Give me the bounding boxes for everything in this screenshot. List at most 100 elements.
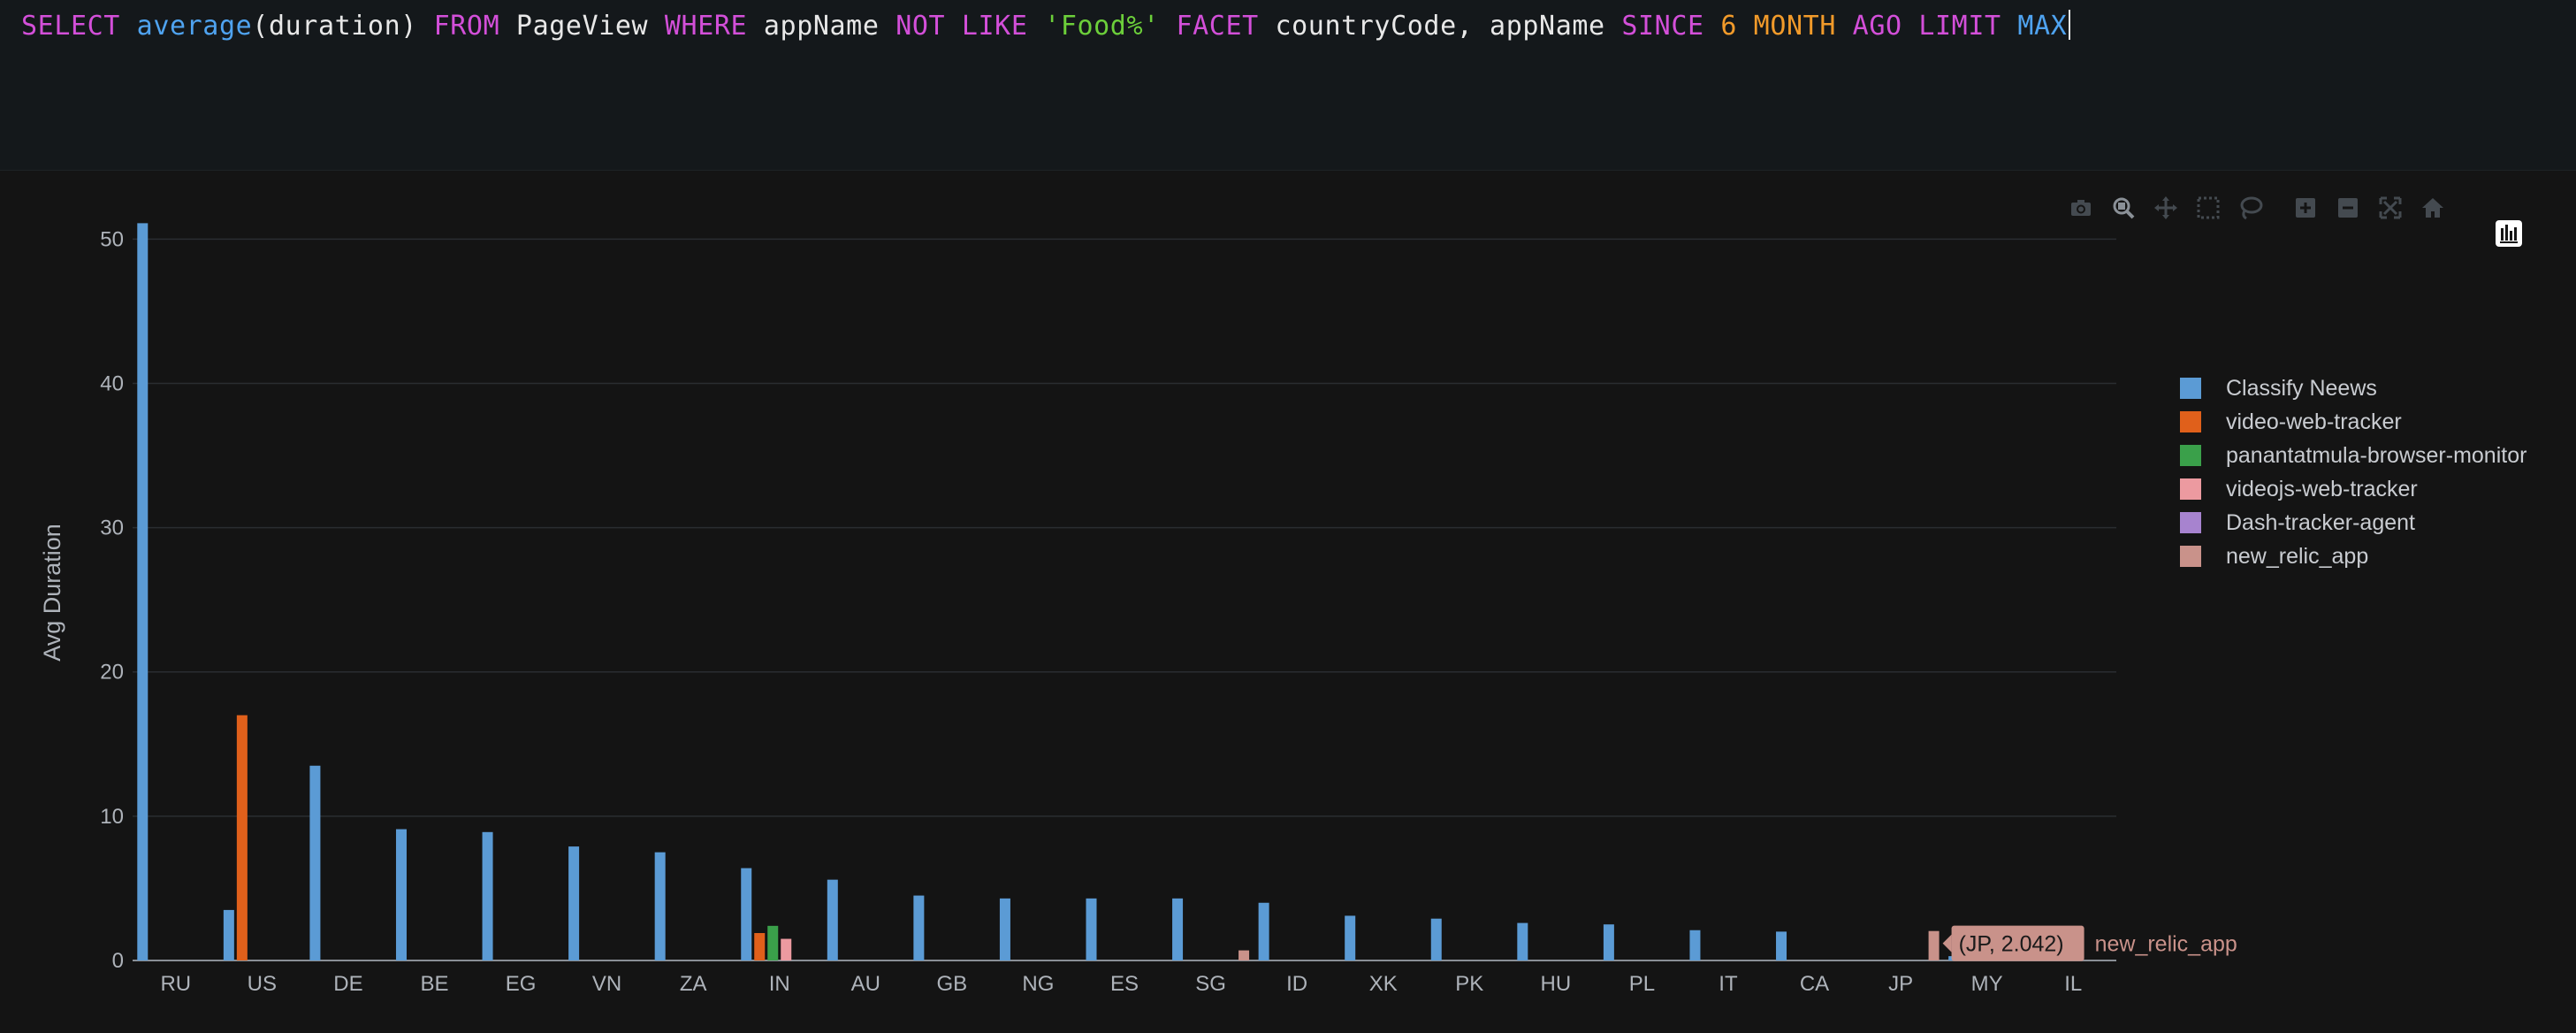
x-tick-label: HU (1540, 972, 1571, 996)
query-token (747, 11, 764, 42)
x-tick-label: SG (1195, 972, 1226, 996)
bar (223, 909, 234, 960)
y-tick-label: 50 (100, 227, 124, 251)
query-token: SELECT (21, 11, 120, 42)
query-token (1902, 11, 1919, 42)
bar (1172, 898, 1184, 960)
bar (767, 925, 779, 960)
legend-swatch (2180, 478, 2201, 500)
query-token: LIMIT (1918, 11, 2001, 42)
legend-item[interactable]: new_relic_app (2180, 539, 2526, 573)
legend-swatch (2180, 411, 2201, 432)
chart-panel: 0 10 20 30 40 50 Avg Duration RU US DE BE EG VN ZA IN A… (0, 172, 2576, 1033)
x-tick-label: ES (1110, 972, 1139, 996)
legend-label: video-web-tracker (2226, 409, 2402, 434)
x-tick-label: EG (506, 972, 537, 996)
x-tick-label: NG (1022, 972, 1054, 996)
query-token (1704, 11, 1721, 42)
bar (309, 765, 321, 960)
x-tick-label: GB (937, 972, 968, 996)
query-token: MAX (2017, 11, 2068, 42)
query-token (1605, 11, 1622, 42)
y-tick-label: 0 (112, 949, 124, 973)
x-tick-label: DE (333, 972, 362, 996)
bar (1776, 931, 1787, 960)
bar (137, 223, 149, 960)
bar (913, 895, 925, 960)
x-tick-label: IT (1719, 972, 1738, 996)
bar (1603, 924, 1614, 960)
x-tick-label: BE (420, 972, 448, 996)
query-token: NOT LIKE (896, 11, 1028, 42)
bar (1345, 915, 1356, 960)
query-token (880, 11, 896, 42)
y-tick-label: 20 (100, 661, 124, 685)
bar (1517, 922, 1528, 960)
x-tick-label: AU (851, 972, 880, 996)
bar (781, 938, 792, 960)
x-tick-label: RU (160, 972, 191, 996)
legend-swatch (2180, 445, 2201, 466)
bar (236, 715, 248, 960)
bar (482, 831, 493, 960)
bar (1238, 950, 1250, 960)
query-token: FACET (1176, 11, 1259, 42)
x-tick-label: ZA (680, 972, 707, 996)
y-tick-label: 30 (100, 516, 124, 540)
x-tick-label: CA (1800, 972, 1829, 996)
query-token (1160, 11, 1177, 42)
x-tick-label: XK (1369, 972, 1398, 996)
x-tick-label: JP (1888, 972, 1913, 996)
query-token (417, 11, 434, 42)
query-token (1259, 11, 1276, 42)
query-token (120, 11, 137, 42)
query-editor[interactable]: SELECT average(duration) FROM PageView W… (0, 0, 2576, 171)
query-token: 'Food%' (1044, 11, 1160, 42)
legend-item[interactable]: Classify Neews (2180, 371, 2526, 405)
query-token: SINCE (1621, 11, 1704, 42)
bar (754, 933, 766, 960)
query-text[interactable]: SELECT average(duration) FROM PageView W… (21, 9, 2071, 44)
query-token (1027, 11, 1044, 42)
query-token: (duration) (252, 11, 417, 42)
bar (1430, 918, 1442, 960)
y-axis-label: Avg Duration (39, 524, 65, 662)
text-cursor (2069, 10, 2071, 40)
legend-label: Classify Neews (2226, 375, 2377, 401)
query-token (1836, 11, 1853, 42)
y-tick-label: 10 (100, 805, 124, 829)
x-tick-label: US (248, 972, 277, 996)
legend-label: videojs-web-tracker (2226, 476, 2418, 501)
bar (1928, 930, 1940, 960)
legend-label: panantatmula-browser-monitor (2226, 442, 2527, 468)
x-tick-label: PL (1629, 972, 1655, 996)
query-token: PageView (515, 11, 649, 42)
bar (827, 879, 838, 960)
bar (654, 852, 666, 960)
bar (1086, 898, 1097, 960)
query-token (648, 11, 665, 42)
legend-label: Dash-tracker-agent (2226, 509, 2415, 535)
query-token: countryCode, appName (1275, 11, 1605, 42)
query-token: AGO (1852, 11, 1902, 42)
hover-series-name: new_relic_app (2095, 932, 2237, 957)
x-tick-label: ID (1286, 972, 1307, 996)
query-token: average (136, 11, 253, 42)
legend-item[interactable]: videojs-web-tracker (2180, 472, 2526, 506)
legend-swatch (2180, 512, 2201, 533)
legend-label: new_relic_app (2226, 543, 2369, 569)
bar (395, 829, 407, 960)
x-tick-label: PK (1455, 972, 1483, 996)
chart-legend: Classify Neews video-web-tracker panantatm… (2180, 371, 2526, 573)
legend-item[interactable]: panantatmula-browser-monitor (2180, 439, 2526, 472)
hover-value: (JP, 2.042) (1959, 932, 2064, 957)
x-tick-label: IL (2064, 972, 2082, 996)
legend-item[interactable]: Dash-tracker-agent (2180, 506, 2526, 539)
legend-swatch (2180, 546, 2201, 567)
query-token (499, 11, 516, 42)
x-tick-label: VN (592, 972, 621, 996)
bar (999, 898, 1010, 960)
hover-pointer (1942, 934, 1952, 953)
legend-item[interactable]: video-web-tracker (2180, 405, 2526, 439)
y-tick-label: 40 (100, 371, 124, 395)
